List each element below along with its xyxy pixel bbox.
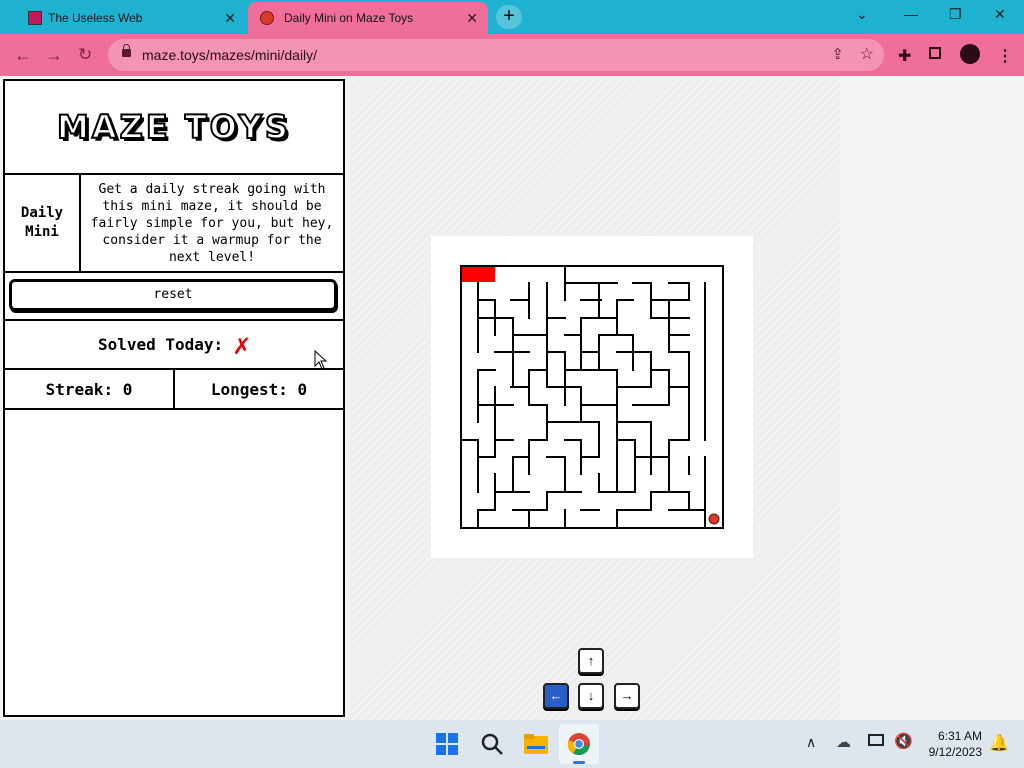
longest-value: 0: [297, 379, 308, 399]
menu-kebab-icon[interactable]: ⋮: [997, 46, 1013, 66]
maze-container: [431, 236, 753, 558]
tab-daily-mini[interactable]: Daily Mini on Maze Toys ✕: [248, 2, 488, 34]
maze-grid[interactable]: [431, 236, 753, 558]
close-tab-icon[interactable]: ✕: [466, 10, 478, 27]
forward-icon[interactable]: →: [45, 45, 63, 66]
file-explorer-icon[interactable]: [523, 732, 549, 756]
tab-title: The Useless Web: [48, 11, 143, 25]
close-window-icon[interactable]: ✕: [994, 6, 1006, 23]
onedrive-icon[interactable]: ☁: [836, 733, 851, 751]
browser-toolbar: ← → ↻ maze.toys/mazes/mini/daily/ ⇪ ☆ ✚ …: [0, 34, 1024, 76]
tab-strip: The Useless Web ✕ Daily Mini on Maze Toy…: [0, 0, 1024, 34]
page-content: MAZE TOYS Daily Mini Get a daily streak …: [0, 76, 1024, 720]
chrome-icon: [567, 733, 590, 756]
clock-date: 9/12/2023: [928, 745, 982, 759]
tab-search-icon[interactable]: ⌄: [856, 6, 868, 23]
tab-useless-web[interactable]: The Useless Web ✕: [8, 2, 246, 34]
right-margin: [840, 76, 1024, 720]
profile-avatar-icon[interactable]: [960, 44, 980, 64]
streak-cell: Streak: 0: [5, 370, 175, 408]
url-text: maze.toys/mazes/mini/daily/: [142, 47, 318, 63]
solved-today-label: Solved Today:: [97, 335, 224, 354]
streak-row: Streak: 0 Longest: 0: [5, 370, 343, 410]
logo-text: MAZE TOYS: [56, 107, 291, 147]
solved-today-row: Solved Today: ✗: [5, 321, 343, 370]
notification-bell-icon[interactable]: 🔔: [989, 733, 1009, 753]
lock-icon: [122, 44, 131, 57]
mode-label: Daily Mini: [5, 175, 81, 271]
streak-value: 0: [122, 379, 133, 399]
tab-title: Daily Mini on Maze Toys: [284, 11, 414, 25]
windows-start-icon[interactable]: [435, 732, 459, 756]
goal-tomato-icon: [708, 513, 720, 525]
search-icon[interactable]: [480, 732, 504, 756]
taskbar: ∧ ☁ 🔇 6:31 AM 9/12/2023 🔔: [0, 720, 1024, 768]
useless-web-icon: [28, 11, 42, 25]
clock[interactable]: 6:31 AM 9/12/2023: [924, 728, 982, 760]
restore-icon[interactable]: ❐: [949, 6, 962, 23]
player-marker: [462, 267, 495, 282]
side-panel-icon[interactable]: [929, 47, 941, 59]
mouse-cursor-icon: [314, 350, 328, 370]
up-arrow-button[interactable]: ↑: [578, 648, 604, 674]
network-icon[interactable]: [868, 734, 884, 746]
info-panel: MAZE TOYS Daily Mini Get a daily streak …: [3, 79, 345, 717]
bookmark-star-icon[interactable]: ☆: [860, 44, 874, 64]
down-arrow-button[interactable]: ↓: [578, 683, 604, 709]
extensions-icon[interactable]: ✚: [898, 46, 911, 66]
volume-muted-icon[interactable]: 🔇: [894, 732, 913, 750]
tomato-icon: [260, 11, 274, 25]
back-icon[interactable]: ←: [14, 45, 32, 66]
not-solved-icon: ✗: [233, 328, 251, 361]
description-row: Daily Mini Get a daily streak going with…: [5, 175, 343, 273]
reset-button[interactable]: reset: [9, 279, 337, 311]
show-hidden-icons-icon[interactable]: ∧: [806, 734, 816, 751]
clock-time: 6:31 AM: [937, 729, 982, 743]
streak-label: Streak:: [45, 379, 114, 399]
share-icon[interactable]: ⇪: [831, 45, 844, 63]
active-app-indicator: [573, 761, 585, 764]
chrome-taskbar-button[interactable]: [559, 724, 599, 764]
logo[interactable]: MAZE TOYS: [5, 81, 343, 175]
close-tab-icon[interactable]: ✕: [224, 10, 236, 27]
reload-icon[interactable]: ↻: [78, 45, 92, 65]
left-arrow-button[interactable]: ←: [543, 683, 569, 709]
right-arrow-button[interactable]: →: [614, 683, 640, 709]
longest-label: Longest:: [210, 379, 288, 399]
address-bar[interactable]: maze.toys/mazes/mini/daily/ ⇪ ☆: [108, 39, 884, 71]
minimize-icon[interactable]: —: [904, 6, 918, 22]
new-tab-button[interactable]: +: [496, 5, 522, 29]
longest-cell: Longest: 0: [175, 370, 343, 408]
mode-description: Get a daily streak going with this mini …: [90, 181, 334, 265]
reset-row: reset: [5, 273, 343, 321]
